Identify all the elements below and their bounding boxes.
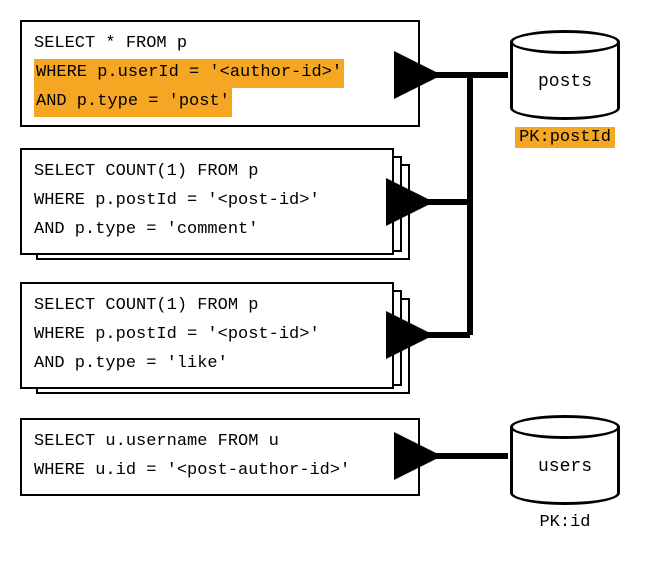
database-users: users PK:id [510,415,620,532]
database-cylinder-icon: posts [510,30,620,120]
pk-label: PK:id [510,513,620,532]
database-cylinder-icon: users [510,415,620,505]
sql-line: AND p.type = 'like' [34,350,380,379]
pk-highlight: PK:postId [515,127,615,148]
query-box-count-comments: SELECT COUNT(1) FROM p WHERE p.postId = … [20,148,394,255]
highlight-where: WHERE p.userId = '<author-id>' [34,59,344,88]
query-stack-comments: SELECT COUNT(1) FROM p WHERE p.postId = … [20,148,410,260]
sql-line: WHERE u.id = '<post-author-id>' [34,457,406,486]
query-box-username: SELECT u.username FROM u WHERE u.id = '<… [20,418,420,496]
sql-line: SELECT u.username FROM u [34,428,406,457]
sql-line: SELECT COUNT(1) FROM p [34,158,380,187]
sql-line: AND p.type = 'post' [34,88,406,117]
sql-line: WHERE p.postId = '<post-id>' [34,321,380,350]
database-label: users [510,457,620,477]
sql-line: WHERE p.postId = '<post-id>' [34,187,380,216]
query-stack-likes: SELECT COUNT(1) FROM p WHERE p.postId = … [20,282,410,394]
sql-line: AND p.type = 'comment' [34,216,380,245]
query-box-select-posts: SELECT * FROM p WHERE p.userId = '<autho… [20,20,420,127]
highlight-and: AND p.type = 'post' [34,88,232,117]
query-box-count-likes: SELECT COUNT(1) FROM p WHERE p.postId = … [20,282,394,389]
sql-line: SELECT COUNT(1) FROM p [34,292,380,321]
pk-label: PK:postId [510,128,620,147]
sql-line: WHERE p.userId = '<author-id>' [34,59,406,88]
database-posts: posts PK:postId [510,30,620,147]
sql-line: SELECT * FROM p [34,30,406,59]
database-label: posts [510,72,620,92]
diagram-container: SELECT * FROM p WHERE p.userId = '<autho… [20,20,639,553]
